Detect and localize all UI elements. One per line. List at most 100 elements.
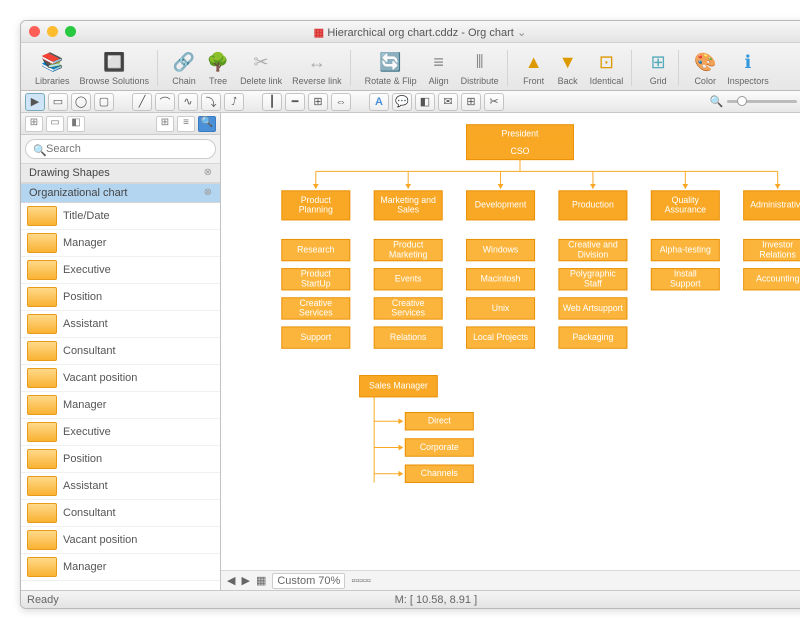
toolbar-inspectors[interactable]: ℹInspectors	[723, 50, 773, 86]
dims-tool[interactable]: ⇔	[331, 93, 351, 111]
svg-text:Packaging: Packaging	[572, 332, 613, 342]
svg-text:Unix: Unix	[492, 303, 510, 313]
shape-item[interactable]: Assistant	[21, 473, 220, 500]
sidebar-grid-view[interactable]: ⊞	[156, 116, 174, 132]
text-tool[interactable]: A	[369, 93, 389, 111]
toolbar-rotate-flip[interactable]: 🔄Rotate & Flip	[361, 50, 421, 86]
hguide-tool[interactable]: ┃	[262, 93, 282, 111]
page-nav-icon[interactable]: ▦	[256, 574, 266, 587]
pointer-tool[interactable]: ▶	[25, 93, 45, 111]
toolbar-libraries[interactable]: 📚Libraries	[31, 50, 74, 86]
svg-text:StartUp: StartUp	[301, 278, 331, 288]
stamp-tool[interactable]: ✉	[438, 93, 458, 111]
category-org-chart[interactable]: Organizational chart⊗	[21, 183, 220, 203]
svg-text:Direct: Direct	[428, 416, 451, 426]
svg-text:Staff: Staff	[584, 278, 602, 288]
shape-item[interactable]: Assistant	[21, 311, 220, 338]
svg-text:Windows: Windows	[483, 244, 519, 254]
toolbar-delete-link[interactable]: ✂Delete link	[236, 50, 286, 86]
shape-item[interactable]: Consultant	[21, 338, 220, 365]
scroll-left-icon[interactable]: ◀	[227, 574, 235, 587]
callout-tool[interactable]: 💬	[392, 93, 412, 111]
svg-text:Local Projects: Local Projects	[473, 332, 529, 342]
category-drawing-shapes[interactable]: Drawing Shapes⊗	[21, 163, 220, 183]
line-tool[interactable]: ╱	[132, 93, 152, 111]
attachment-tool[interactable]: ◧	[415, 93, 435, 111]
svg-text:Channels: Channels	[421, 468, 459, 478]
shape-item[interactable]: Manager	[21, 392, 220, 419]
svg-text:Product: Product	[301, 195, 332, 205]
zoom-out-icon[interactable]: 🔍	[710, 95, 724, 108]
svg-text:Production: Production	[572, 200, 614, 210]
search-input[interactable]	[25, 139, 216, 159]
table-tool[interactable]: ⊞	[461, 93, 481, 111]
crop-tool[interactable]: ✂	[484, 93, 504, 111]
window-title: ▦ Hierarchical org chart.cddz - Org char…	[21, 25, 800, 39]
ellipse-tool[interactable]: ◯	[71, 93, 91, 111]
shape-item[interactable]: Title/Date	[21, 203, 220, 230]
shape-item[interactable]: Vacant position	[21, 527, 220, 554]
shape-item[interactable]: Position	[21, 284, 220, 311]
toolbar-chain[interactable]: 🔗Chain	[168, 50, 200, 86]
svg-text:Services: Services	[299, 308, 333, 318]
rect-tool[interactable]: ▭	[48, 93, 68, 111]
arc-tool[interactable]: ⌒	[155, 93, 175, 111]
shape-item[interactable]: Executive	[21, 257, 220, 284]
svg-text:Assurance: Assurance	[665, 205, 706, 215]
svg-text:Alpha-testing: Alpha-testing	[660, 244, 711, 254]
vguide-tool[interactable]: ━	[285, 93, 305, 111]
svg-text:Administrative: Administrative	[750, 200, 800, 210]
svg-text:Services: Services	[391, 308, 425, 318]
close-icon[interactable]: ⊗	[204, 187, 212, 199]
sidebar-list-view[interactable]: ≡	[177, 116, 195, 132]
shape-item[interactable]: Manager	[21, 230, 220, 257]
toolbar-distribute[interactable]: ⫴Distribute	[457, 50, 503, 86]
svg-text:Relations: Relations	[390, 332, 427, 342]
shape-item[interactable]: Vacant position	[21, 365, 220, 392]
titlebar[interactable]: ▦ Hierarchical org chart.cddz - Org char…	[21, 21, 800, 43]
svg-text:Sales Manager: Sales Manager	[369, 381, 428, 391]
spline-tool[interactable]: ∿	[178, 93, 198, 111]
zoom-slider[interactable]: 🔍 🔍	[710, 95, 800, 108]
toolbar-browse-solutions[interactable]: 🔲Browse Solutions	[76, 50, 154, 86]
toolbar-front[interactable]: ▲Front	[518, 50, 550, 86]
svg-text:Marketing: Marketing	[389, 249, 428, 259]
svg-text:Creative: Creative	[392, 298, 425, 308]
connector-tool[interactable]: ⤵	[201, 93, 221, 111]
sidebar-tab-3[interactable]: ◧	[67, 116, 85, 132]
status-bar: Ready M: [ 10.58, 8.91 ]	[21, 590, 800, 608]
shape-item[interactable]: Position	[21, 446, 220, 473]
page-tabs[interactable]: ▫▫▫▫▫	[351, 575, 371, 587]
toolbar-align[interactable]: ≡Align	[423, 50, 455, 86]
toolbar-identical[interactable]: ⊡Identical	[586, 50, 628, 86]
zoom-select[interactable]: Custom 70%	[272, 573, 345, 589]
rounded-tool[interactable]: ▢	[94, 93, 114, 111]
svg-text:Polygraphic: Polygraphic	[570, 269, 616, 279]
svg-text:Research: Research	[297, 244, 335, 254]
close-icon[interactable]: ⊗	[204, 167, 212, 179]
status-coords: M: [ 10.58, 8.91 ]	[59, 594, 800, 606]
sidebar-tab-2[interactable]: ▭	[46, 116, 64, 132]
canvas[interactable]: PresidentCSOProductPlanningMarketing and…	[221, 113, 800, 570]
shape-item[interactable]: Executive	[21, 419, 220, 446]
main-toolbar: 📚Libraries🔲Browse Solutions 🔗Chain🌳Tree✂D…	[21, 43, 800, 91]
bottom-bar: ◀ ▶ ▦ Custom 70% ▫▫▫▫▫	[221, 570, 800, 590]
toolbar-grid[interactable]: ⊞Grid	[642, 50, 674, 86]
svg-text:CSO: CSO	[511, 146, 530, 156]
toolbar-back[interactable]: ▼Back	[552, 50, 584, 86]
shape-item[interactable]: Consultant	[21, 500, 220, 527]
svg-text:Macintosh: Macintosh	[481, 274, 521, 284]
sidebar-search-tab[interactable]: 🔍	[198, 116, 216, 132]
scroll-right-icon[interactable]: ▶	[241, 574, 249, 587]
snap-tool[interactable]: ⊞	[308, 93, 328, 111]
svg-text:Support: Support	[300, 332, 331, 342]
toolbar-color[interactable]: 🎨Color	[689, 50, 721, 86]
shape-item[interactable]: Manager	[21, 554, 220, 581]
sidebar-tab-1[interactable]: ⊞	[25, 116, 43, 132]
toolbar-tree[interactable]: 🌳Tree	[202, 50, 234, 86]
shape-list[interactable]: Title/DateManagerExecutivePositionAssist…	[21, 203, 220, 590]
smart-connector-tool[interactable]: ⭜	[224, 93, 244, 111]
svg-text:Corporate: Corporate	[420, 442, 459, 452]
toolbar-reverse-link[interactable]: ↔Reverse link	[288, 50, 346, 86]
svg-text:Relations: Relations	[759, 249, 796, 259]
